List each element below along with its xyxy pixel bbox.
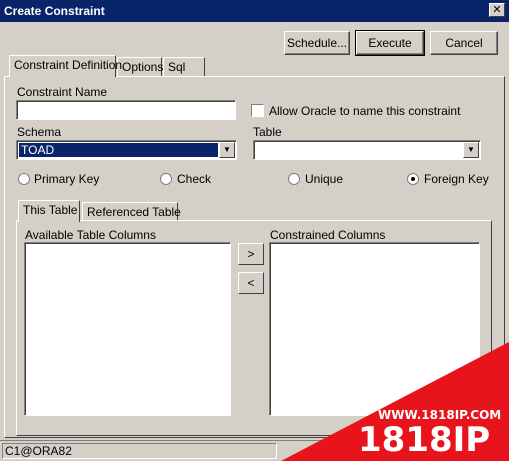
schema-label: Schema <box>17 125 62 139</box>
tab-this-table[interactable]: This Table <box>18 200 80 222</box>
tab-sql[interactable]: Sql <box>163 57 205 77</box>
schedule-button[interactable]: Schedule... <box>284 31 350 55</box>
chevron-down-icon[interactable]: ▼ <box>219 142 235 158</box>
move-left-button[interactable]: < <box>238 272 264 294</box>
check-label: Check <box>177 172 212 186</box>
schema-value: TOAD <box>19 143 218 157</box>
available-columns-list[interactable] <box>24 242 231 416</box>
table-select[interactable]: ▼ <box>253 140 481 160</box>
radio-primary-key[interactable] <box>18 173 30 185</box>
table-label: Table <box>253 125 282 139</box>
available-columns-label: Available Table Columns <box>25 228 156 242</box>
allow-oracle-checkbox[interactable] <box>251 104 264 117</box>
radio-foreign-key[interactable] <box>407 173 419 185</box>
connection-status: C1@ORA82 <box>2 443 277 459</box>
primary-key-label: Primary Key <box>34 172 100 186</box>
move-right-button[interactable]: > <box>238 243 264 265</box>
radio-check[interactable] <box>160 173 172 185</box>
tab-options[interactable]: Options <box>117 57 163 77</box>
cancel-button[interactable]: Cancel <box>430 31 498 55</box>
execute-button[interactable]: Execute <box>355 30 425 56</box>
radio-selected-dot <box>411 177 415 181</box>
allow-oracle-label: Allow Oracle to name this constraint <box>269 104 461 118</box>
title-bar: Create Constraint ✕ <box>0 0 509 22</box>
unique-label: Unique <box>305 172 344 186</box>
tab-constraint-definition[interactable]: Constraint Definition <box>9 55 122 77</box>
window-title: Create Constraint <box>4 4 105 18</box>
close-icon[interactable]: ✕ <box>489 3 505 17</box>
foreign-key-label: Foreign Key <box>424 172 489 186</box>
radio-unique[interactable] <box>288 173 300 185</box>
constrained-columns-label: Constrained Columns <box>270 228 386 242</box>
watermark-logo: 1818IP <box>358 420 491 460</box>
schema-select[interactable]: TOAD ▼ <box>16 140 237 160</box>
tab-referenced-table[interactable]: Referenced Table <box>82 202 181 222</box>
chevron-down-icon[interactable]: ▼ <box>463 142 479 158</box>
constraint-name-field[interactable] <box>16 100 236 120</box>
constraint-name-label: Constraint Name <box>17 85 108 99</box>
